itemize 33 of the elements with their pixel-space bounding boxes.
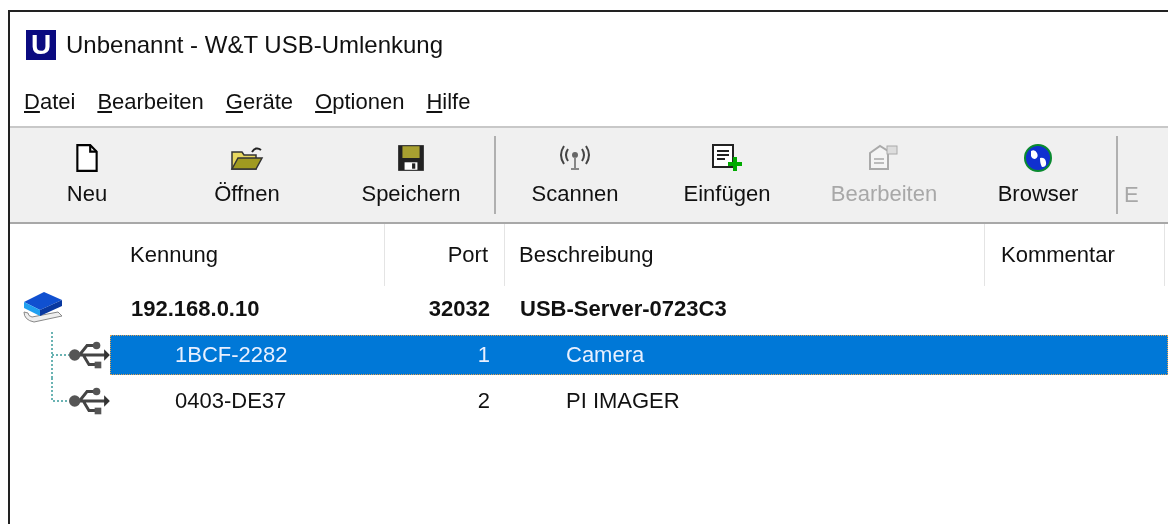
column-header[interactable]: Kennung bbox=[110, 224, 385, 286]
toolbar-button[interactable]: Öffnen bbox=[162, 128, 332, 222]
globe-icon bbox=[1021, 143, 1055, 173]
menu-item[interactable]: Datei bbox=[24, 89, 76, 115]
table-row[interactable]: 192.168.0.10 32032 USB-Server-0723C3 bbox=[110, 289, 1168, 329]
table-cell-text: 2 bbox=[476, 388, 491, 414]
antenna-icon bbox=[558, 143, 592, 173]
table-cell-text: USB-Server-0723C3 bbox=[519, 296, 727, 322]
toolbar-button[interactable]: Scannen bbox=[500, 128, 650, 222]
table-cell-text: 0403-DE37 bbox=[174, 388, 288, 414]
table-cell-text: PI IMAGER bbox=[565, 388, 680, 414]
edit-document-icon bbox=[867, 143, 901, 173]
table-row[interactable]: 0403-DE37 2 PI IMAGER bbox=[110, 381, 1168, 421]
menu-item[interactable]: Optionen bbox=[315, 89, 405, 115]
column-header[interactable]: Kommentar bbox=[985, 224, 1165, 286]
table-cell-text: 1BCF-2282 bbox=[174, 342, 289, 368]
table-cell-text: Camera bbox=[565, 342, 645, 368]
menu-item[interactable]: Geräte bbox=[225, 89, 294, 115]
table-cell-text: 1 bbox=[476, 342, 491, 368]
window-title: Unbenannt - W&T USB-Umlenkung bbox=[66, 31, 444, 59]
selected-row[interactable]: 1BCF-2282 1 Camera bbox=[110, 335, 1168, 375]
toolbar-button[interactable]: Speichern bbox=[332, 128, 490, 222]
toolbar-button[interactable]: Einfügen bbox=[650, 128, 804, 222]
toolbar-button[interactable]: Neu bbox=[12, 128, 162, 222]
toolbar-button[interactable]: Browser bbox=[964, 128, 1112, 222]
column-header[interactable]: Beschreibung bbox=[505, 224, 985, 286]
menu-item[interactable]: Hilfe bbox=[426, 89, 471, 115]
app-logo-icon: U bbox=[26, 30, 56, 60]
menu-item[interactable]: Bearbeiten bbox=[97, 89, 204, 115]
column-header[interactable]: Port bbox=[385, 224, 505, 286]
table-cell-text: 32032 bbox=[427, 296, 491, 322]
add-list-icon bbox=[710, 143, 744, 173]
table-cell-text: 192.168.0.10 bbox=[130, 296, 261, 322]
